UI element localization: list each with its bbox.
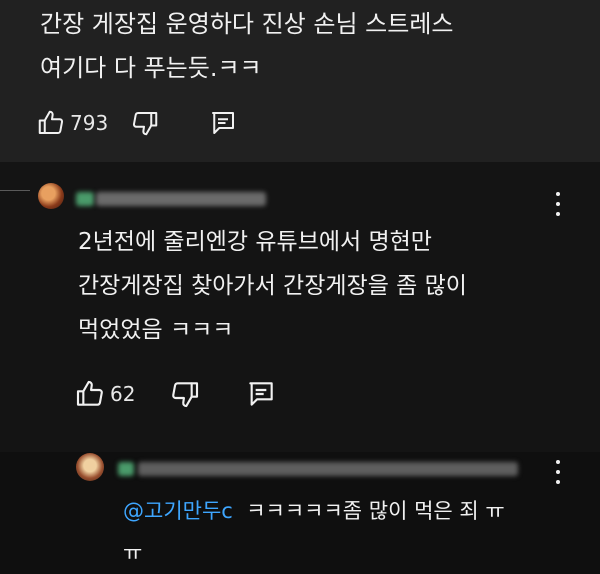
more-vert-icon[interactable] — [554, 192, 562, 216]
reply-icon[interactable] — [208, 108, 238, 138]
top-comment: 간장 게장집 운영하다 진상 손님 스트레스 여기다 다 푸는듯.ㅋㅋ 793 — [0, 0, 600, 162]
thread-line — [0, 190, 30, 191]
avatar[interactable] — [38, 183, 64, 209]
mention-link[interactable]: @고기만두c — [123, 499, 233, 523]
thumbs-down-icon[interactable] — [130, 108, 160, 138]
thumbs-down-icon[interactable] — [169, 378, 201, 410]
top-comment-text: 간장 게장집 운영하다 진상 손님 스트레스 여기다 다 푸는듯.ㅋㅋ — [40, 10, 454, 82]
thumbs-up-icon[interactable] — [36, 108, 66, 138]
reply-2-body: @고기만두c ㅋㅋㅋㅋㅋ좀 많이 먹은 죄 ㅠ ㅠ — [123, 490, 583, 574]
top-comment-actions: 793 — [36, 108, 238, 138]
avatar[interactable] — [76, 453, 104, 481]
reply-1-text: 2년전에 줄리엔강 유튜브에서 명현만 간장게장집 찾아가서 간장게장을 좀 많… — [78, 229, 467, 343]
like-count: 793 — [70, 111, 109, 135]
reply-icon[interactable] — [245, 378, 277, 410]
thumbs-up-icon[interactable] — [74, 378, 106, 410]
reply-1-actions: 62 — [74, 378, 277, 410]
more-vert-icon[interactable] — [554, 460, 562, 484]
like-count: 62 — [110, 382, 136, 406]
